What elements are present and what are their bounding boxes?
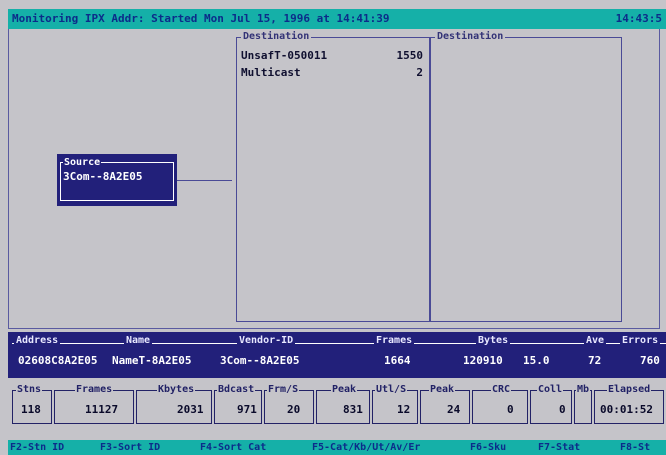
stat-label: Peak — [429, 384, 456, 395]
stat-frames: Frames 11127 — [54, 384, 134, 424]
cell-ave: 72 — [588, 354, 602, 367]
stat-label: Utl/S — [375, 384, 408, 395]
destination-count: 1550 — [396, 49, 424, 62]
f6-skip-key[interactable]: F6-Sku — [470, 442, 506, 453]
stat-label: Stns — [16, 384, 43, 395]
monitor-screen: Monitoring IPX Addr: Started Mon Jul 15,… — [0, 0, 666, 455]
station-detail-stripe[interactable]: Address Name Vendor-ID Frames Bytes Ave … — [8, 332, 666, 378]
stat-value: 971 — [237, 403, 257, 416]
stat-label: Peak — [331, 384, 358, 395]
cell-address: 02608C8A2E05 — [18, 354, 98, 367]
destination-panel-title: Destination — [435, 31, 506, 43]
f7-statistics-key[interactable]: F7-Stat — [538, 442, 580, 453]
destination-count: 2 — [416, 66, 423, 79]
stat-value: 00:01:52 — [600, 403, 653, 416]
stat-label: Mb — [576, 384, 591, 395]
stat-kbytes: Kbytes 2031 — [136, 384, 212, 424]
stat-value: 0 — [507, 403, 514, 416]
stripe-rule — [12, 343, 666, 344]
destination-name: UnsafT-050011 — [241, 49, 328, 62]
stat-label: Elapsed — [607, 384, 652, 395]
stat-value: 20 — [287, 403, 301, 416]
stat-label: Kbytes — [157, 384, 196, 395]
destination-row[interactable]: Multicast 2 — [241, 66, 423, 82]
cell-rate: 15.0 — [523, 354, 550, 367]
source-name: 3Com--8A2E05 — [63, 170, 143, 183]
stat-value: 118 — [21, 403, 41, 416]
stat-label: Frames — [75, 384, 114, 395]
header-bytes: Bytes — [476, 335, 511, 346]
stat-value: 12 — [397, 403, 411, 416]
stat-frames-per-second: Frm/S 20 — [264, 384, 314, 424]
stat-elapsed: Elapsed 00:01:52 — [594, 384, 664, 424]
stat-label: CRC — [491, 384, 512, 395]
title-text: Monitoring IPX Addr: Started Mon Jul 15,… — [12, 12, 390, 25]
stat-value: 24 — [447, 403, 461, 416]
stat-value: 2031 — [177, 403, 204, 416]
stat-value: 0 — [559, 403, 566, 416]
stat-collisions: Coll 0 — [530, 384, 572, 424]
cell-name: NameT-8A2E05 — [112, 354, 192, 367]
cell-vendor-id: 3Com--8A2E05 — [220, 354, 300, 367]
stat-label: Bdcast — [217, 384, 256, 395]
header-vendor-id: Vendor-ID — [237, 335, 296, 346]
destination-panel-title: Destination — [241, 31, 312, 43]
stat-frames-peak: Peak 831 — [316, 384, 370, 424]
cell-errors: 760 — [640, 354, 660, 367]
clock-text: 14:43:5 — [615, 12, 662, 25]
stat-utilization-per-second: Utl/S 12 — [372, 384, 418, 424]
f5-category-key[interactable]: F5-Cat/Kb/Ut/Av/Er — [312, 442, 420, 453]
stat-label: Coll — [537, 384, 564, 395]
source-label: Source — [63, 157, 102, 168]
statistics-bar: Stns 118 Frames 11127 Kbytes 2031 Bdcast… — [8, 383, 666, 433]
header-frames: Frames — [374, 335, 415, 346]
header-address: Address — [14, 335, 61, 346]
stat-stations: Stns 118 — [12, 384, 52, 424]
f4-sort-category-key[interactable]: F4-Sort Cat — [200, 442, 266, 453]
function-key-bar: F2-Stn ID F3-Sort ID F4-Sort Cat F5-Cat/… — [8, 440, 666, 455]
stat-value: 11127 — [85, 403, 119, 416]
f3-sort-id-key[interactable]: F3-Sort ID — [100, 442, 160, 453]
stat-broadcast: Bdcast 971 — [214, 384, 262, 424]
source-box[interactable]: Source 3Com--8A2E05 — [57, 154, 177, 206]
f2-station-id-key[interactable]: F2-Stn ID — [10, 442, 64, 453]
cell-frames: 1664 — [384, 354, 411, 367]
destination-panel-2[interactable]: Destination — [430, 31, 622, 322]
header-errors: Errors — [620, 335, 661, 346]
stat-value: 831 — [343, 403, 363, 416]
cell-bytes: 120910 — [463, 354, 503, 367]
header-name: Name — [124, 335, 153, 346]
destination-name: Multicast — [241, 66, 301, 79]
source-connector-line — [177, 180, 232, 181]
f8-key[interactable]: F8-St — [620, 442, 650, 453]
stat-mb: Mb — [574, 384, 592, 424]
header-ave: Ave — [584, 335, 607, 346]
stat-crc-errors: CRC 0 — [472, 384, 528, 424]
stat-utilization-peak: Peak 24 — [420, 384, 470, 424]
destination-panel-1[interactable]: Destination UnsafT-050011 1550 Multicast… — [236, 31, 430, 322]
stat-label: Frm/S — [267, 384, 300, 395]
title-bar: Monitoring IPX Addr: Started Mon Jul 15,… — [8, 9, 666, 29]
destination-row[interactable]: UnsafT-050011 1550 — [241, 49, 423, 65]
